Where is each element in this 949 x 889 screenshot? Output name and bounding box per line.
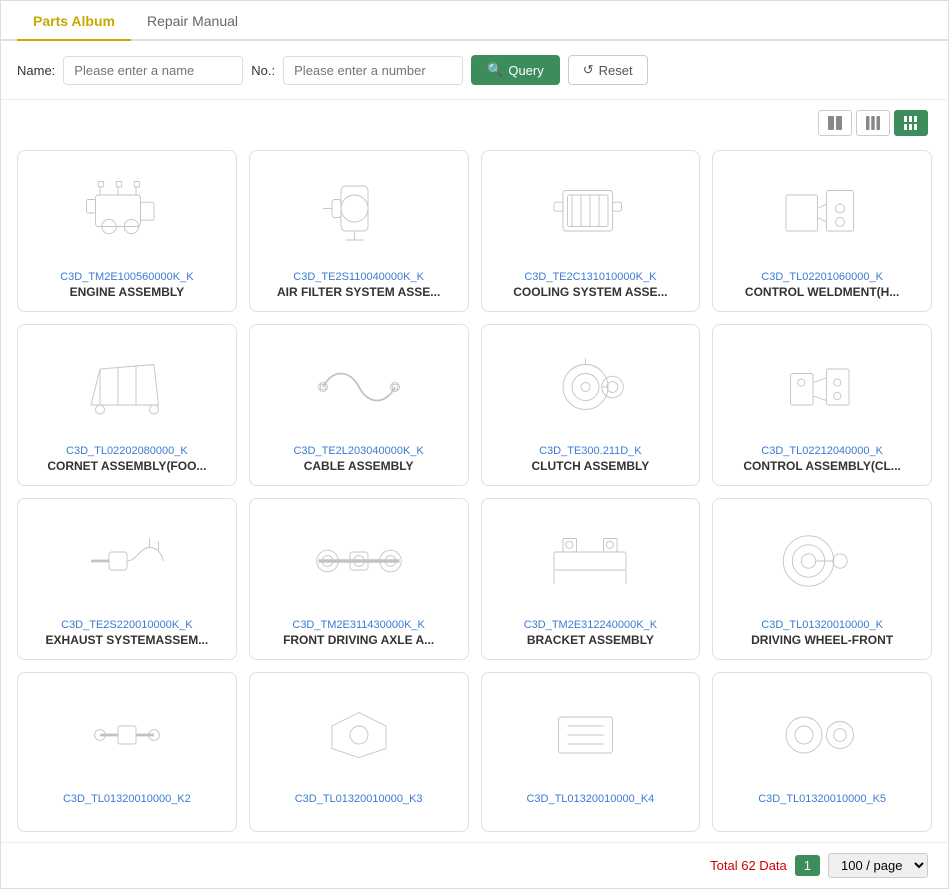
part-card[interactable]: C3D_TL02212040000_K CONTROL ASSEMBLY(CL.… xyxy=(712,324,932,486)
part-card[interactable]: C3D_TL01320010000_K4 xyxy=(481,672,701,832)
card-image xyxy=(262,685,456,785)
current-page[interactable]: 1 xyxy=(795,855,820,876)
card-image xyxy=(494,337,688,437)
part-card[interactable]: C3D_TL01320010000_K3 xyxy=(249,672,469,832)
card-image xyxy=(30,163,224,263)
total-count: Total 62 Data xyxy=(710,858,787,873)
view-4col-icon xyxy=(903,115,919,131)
card-image xyxy=(725,511,919,611)
view-toolbar xyxy=(1,100,948,140)
query-button[interactable]: 🔍 Query xyxy=(471,55,560,85)
tab-repair-manual[interactable]: Repair Manual xyxy=(131,1,254,41)
card-code: C3D_TL01320010000_K3 xyxy=(295,793,423,805)
card-image xyxy=(262,163,456,263)
card-image xyxy=(494,685,688,785)
card-code: C3D_TE2S220010000K_K xyxy=(61,619,192,631)
part-card[interactable]: C3D_TM2E312240000K_K BRACKET ASSEMBLY xyxy=(481,498,701,660)
card-code: C3D_TL01320010000_K2 xyxy=(63,793,191,805)
card-name: DRIVING WHEEL-FRONT xyxy=(751,633,893,647)
card-image xyxy=(494,511,688,611)
card-image xyxy=(30,685,224,785)
part-card[interactable]: C3D_TL01320010000_K2 xyxy=(17,672,237,832)
card-image xyxy=(494,163,688,263)
search-icon: 🔍 xyxy=(487,62,503,78)
footer: Total 62 Data 1 100 / page 50 / page 20 … xyxy=(1,842,948,888)
card-code: C3D_TE300.211D_K xyxy=(539,445,642,457)
card-image xyxy=(725,685,919,785)
card-code: C3D_TE2C131010000K_K xyxy=(524,271,656,283)
tab-bar: Parts Album Repair Manual xyxy=(1,1,948,41)
card-image xyxy=(30,511,224,611)
name-label: Name: xyxy=(17,63,55,78)
part-card[interactable]: C3D_TE2S110040000K_K AIR FILTER SYSTEM A… xyxy=(249,150,469,312)
card-name: CONTROL WELDMENT(H... xyxy=(745,285,899,299)
view-2col-icon xyxy=(827,115,843,131)
card-image xyxy=(262,337,456,437)
card-name: BRACKET ASSEMBLY xyxy=(527,633,654,647)
card-name: ENGINE ASSEMBLY xyxy=(70,285,184,299)
view-2col-button[interactable] xyxy=(818,110,852,136)
card-code: C3D_TL01320010000_K xyxy=(761,619,883,631)
card-image xyxy=(725,337,919,437)
card-name: EXHAUST SYSTEMASSEM... xyxy=(46,633,209,647)
part-card[interactable]: C3D_TE300.211D_K CLUTCH ASSEMBLY xyxy=(481,324,701,486)
card-name: AIR FILTER SYSTEM ASSE... xyxy=(277,285,440,299)
card-image xyxy=(30,337,224,437)
card-image xyxy=(725,163,919,263)
reset-button[interactable]: ↺ Reset xyxy=(568,55,648,85)
no-label: No.: xyxy=(251,63,275,78)
card-code: C3D_TM2E311430000K_K xyxy=(292,619,425,631)
card-name: CORNET ASSEMBLY(FOO... xyxy=(47,459,206,473)
part-card[interactable]: C3D_TL01320010000_K DRIVING WHEEL-FRONT xyxy=(712,498,932,660)
part-card[interactable]: C3D_TL02201060000_K CONTROL WELDMENT(H..… xyxy=(712,150,932,312)
card-name: COOLING SYSTEM ASSE... xyxy=(513,285,667,299)
part-card[interactable]: C3D_TL02202080000_K CORNET ASSEMBLY(FOO.… xyxy=(17,324,237,486)
grid-area: C3D_TM2E100560000K_K ENGINE ASSEMBLY C3D… xyxy=(1,140,948,842)
card-code: C3D_TM2E100560000K_K xyxy=(60,271,193,283)
name-input[interactable] xyxy=(63,56,243,85)
part-card[interactable]: C3D_TE2C131010000K_K COOLING SYSTEM ASSE… xyxy=(481,150,701,312)
parts-grid: C3D_TM2E100560000K_K ENGINE ASSEMBLY C3D… xyxy=(17,150,932,832)
part-card[interactable]: C3D_TL01320010000_K5 xyxy=(712,672,932,832)
card-code: C3D_TL01320010000_K5 xyxy=(758,793,886,805)
view-3col-button[interactable] xyxy=(856,110,890,136)
no-input[interactable] xyxy=(283,56,463,85)
card-name: CLUTCH ASSEMBLY xyxy=(531,459,649,473)
part-card[interactable]: C3D_TE2S220010000K_K EXHAUST SYSTEMASSEM… xyxy=(17,498,237,660)
search-bar: Name: No.: 🔍 Query ↺ Reset xyxy=(1,41,948,100)
card-code: C3D_TL01320010000_K4 xyxy=(526,793,654,805)
card-image xyxy=(262,511,456,611)
part-card[interactable]: C3D_TM2E100560000K_K ENGINE ASSEMBLY xyxy=(17,150,237,312)
app-container: Parts Album Repair Manual Name: No.: 🔍 Q… xyxy=(0,0,949,889)
card-code: C3D_TE2L203040000K_K xyxy=(293,445,423,457)
per-page-select[interactable]: 100 / page 50 / page 20 / page xyxy=(828,853,928,878)
card-code: C3D_TL02212040000_K xyxy=(761,445,883,457)
card-name: CABLE ASSEMBLY xyxy=(304,459,414,473)
card-name: CONTROL ASSEMBLY(CL... xyxy=(743,459,901,473)
reset-icon: ↺ xyxy=(583,62,594,78)
view-3col-icon xyxy=(865,115,881,131)
view-4col-button[interactable] xyxy=(894,110,928,136)
card-code: C3D_TL02202080000_K xyxy=(66,445,188,457)
card-code: C3D_TE2S110040000K_K xyxy=(293,271,424,283)
card-code: C3D_TL02201060000_K xyxy=(761,271,883,283)
card-code: C3D_TM2E312240000K_K xyxy=(524,619,657,631)
part-card[interactable]: C3D_TM2E311430000K_K FRONT DRIVING AXLE … xyxy=(249,498,469,660)
card-name: FRONT DRIVING AXLE A... xyxy=(283,633,434,647)
part-card[interactable]: C3D_TE2L203040000K_K CABLE ASSEMBLY xyxy=(249,324,469,486)
tab-parts-album[interactable]: Parts Album xyxy=(17,1,131,41)
